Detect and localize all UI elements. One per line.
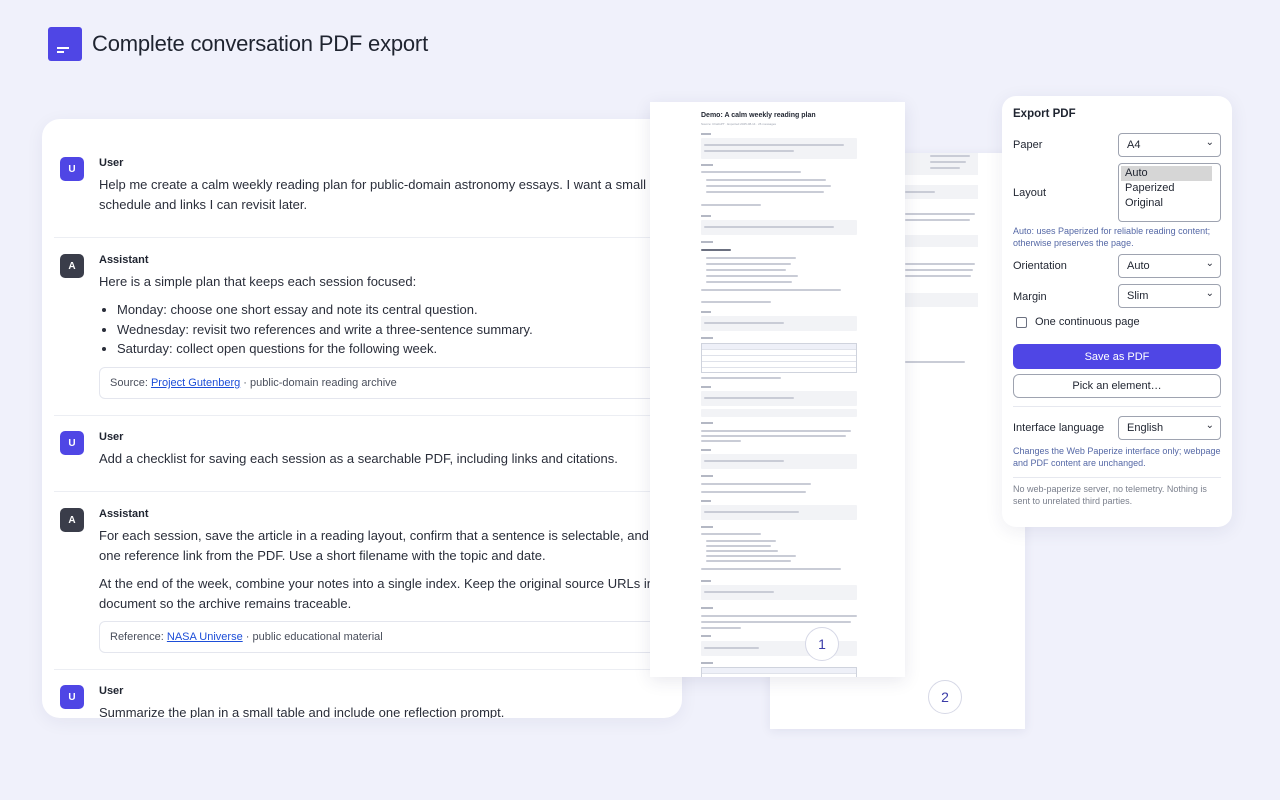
divider — [54, 237, 670, 238]
user-avatar: U — [60, 157, 84, 181]
message-role: User — [99, 685, 124, 697]
message-text: Summarize the plan in a small table and … — [99, 705, 505, 718]
language-label: Interface language — [1013, 422, 1105, 434]
list-item: Wednesday: revisit two references and wr… — [117, 320, 659, 340]
language-value: English — [1127, 422, 1164, 434]
chevron-down-icon: ⌄ — [1205, 420, 1214, 431]
reference-link[interactable]: NASA Universe — [167, 631, 243, 643]
message-role: Assistant — [99, 254, 149, 266]
privacy-note: No web-paperize server, no telemetry. No… — [1013, 484, 1207, 506]
source-prefix: Reference: — [110, 631, 167, 643]
layout-label: Layout — [1013, 187, 1047, 199]
language-hint: Changes the Web Paperize interface only;… — [1013, 446, 1221, 468]
message-role: Assistant — [99, 508, 149, 520]
paper-value: A4 — [1127, 139, 1141, 151]
source-suffix: · public educational material — [242, 631, 383, 643]
margin-select[interactable]: Slim ⌄ — [1118, 284, 1221, 308]
message-text: one reference link from the PDF. Use a s… — [99, 548, 546, 563]
layout-listbox[interactable]: Auto Paperized Original — [1118, 163, 1221, 222]
paper-label: Paper — [1013, 139, 1043, 151]
orientation-value: Auto — [1127, 260, 1150, 272]
continuous-page-checkbox[interactable] — [1016, 317, 1027, 328]
source-link[interactable]: Project Gutenberg — [151, 377, 240, 389]
layout-hint: Auto: uses Paperized for reliable readin… — [1013, 226, 1211, 248]
message-role: User — [99, 157, 124, 169]
message-text: Here is a simple plan that keeps each se… — [99, 274, 417, 289]
user-avatar: U — [60, 431, 84, 455]
list-item: Monday: choose one short essay and note … — [117, 300, 659, 320]
layout-option-original[interactable]: Original — [1121, 196, 1218, 211]
message-role: User — [99, 431, 124, 443]
pdf-title: Demo: A calm weekly reading plan — [701, 112, 816, 119]
language-select[interactable]: English ⌄ — [1118, 416, 1221, 440]
assistant-avatar: A — [60, 254, 84, 278]
assistant-avatar: A — [60, 508, 84, 532]
message-text: schedule and links I can revisit later. — [99, 197, 308, 212]
layout-option-auto[interactable]: Auto — [1121, 166, 1212, 181]
conversation-card: U User Help me create a calm weekly read… — [42, 119, 682, 718]
orientation-select[interactable]: Auto ⌄ — [1118, 254, 1221, 278]
page-title: Complete conversation PDF export — [92, 31, 428, 56]
message-text: For each session, save the article in a … — [99, 528, 682, 543]
paper-select[interactable]: A4 ⌄ — [1118, 133, 1221, 157]
list-item: Saturday: collect open questions for the… — [117, 339, 659, 359]
message-text: At the end of the week, combine your not… — [99, 576, 676, 591]
source-suffix: · public-domain reading archive — [240, 377, 397, 389]
message-text: document so the archive remains traceabl… — [99, 596, 352, 611]
layout-option-paperized[interactable]: Paperized — [1121, 181, 1218, 196]
chevron-down-icon: ⌄ — [1205, 258, 1214, 269]
divider — [54, 415, 670, 416]
pdf-page-1-preview: Demo: A calm weekly reading plan Source:… — [650, 102, 905, 677]
reference-citation: Reference: NASA Universe · public educat… — [99, 621, 659, 653]
pdf-subtitle: Source: ChatGPT · Exported 2025-08-14 · … — [701, 122, 776, 126]
margin-label: Margin — [1013, 291, 1047, 303]
divider — [1013, 477, 1221, 478]
export-panel: Export PDF Paper A4 ⌄ Layout Auto Paperi… — [1002, 96, 1232, 527]
source-prefix: Source: — [110, 377, 151, 389]
page-number-badge: 2 — [928, 680, 962, 714]
chevron-down-icon: ⌄ — [1205, 288, 1214, 299]
source-citation: Source: Project Gutenberg · public-domai… — [99, 367, 659, 399]
message-text: Help me create a calm weekly reading pla… — [99, 177, 646, 192]
orientation-label: Orientation — [1013, 260, 1067, 272]
chevron-down-icon: ⌄ — [1205, 137, 1214, 148]
document-icon — [48, 27, 82, 61]
panel-title: Export PDF — [1013, 108, 1076, 120]
margin-value: Slim — [1127, 290, 1149, 302]
message-text: Add a checklist for saving each session … — [99, 451, 618, 466]
save-pdf-button[interactable]: Save as PDF — [1013, 344, 1221, 369]
user-avatar: U — [60, 685, 84, 709]
divider — [1013, 406, 1221, 407]
divider — [54, 669, 670, 670]
plan-list: Monday: choose one short essay and note … — [117, 300, 659, 359]
pick-element-button[interactable]: Pick an element… — [1013, 374, 1221, 398]
page-number-badge: 1 — [805, 627, 839, 661]
divider — [54, 491, 670, 492]
continuous-page-label: One continuous page — [1035, 316, 1140, 328]
